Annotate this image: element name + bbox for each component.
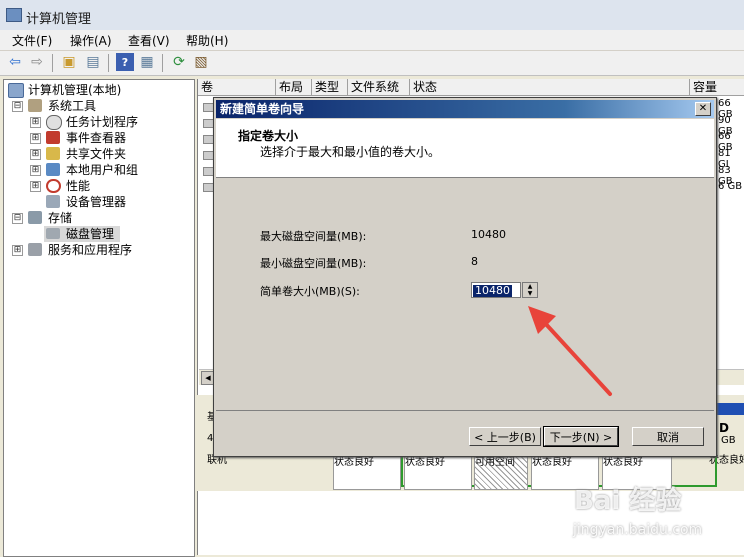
close-icon[interactable]: ✕ xyxy=(695,102,711,116)
refresh-icon[interactable]: ⟳ xyxy=(170,53,188,71)
volume-size-label: 简单卷大小(MB)(S): xyxy=(260,285,360,298)
disk-management-icon xyxy=(46,228,60,239)
column-layout[interactable]: 布局 xyxy=(276,79,312,96)
capacity-cell: 6 GB xyxy=(718,181,743,192)
tree-item-event-viewer[interactable]: ⊞ 事件查看器 xyxy=(30,130,190,146)
tree-item-device-manager[interactable]: 设备管理器 xyxy=(30,194,190,210)
next-button[interactable]: 下一步(N) > xyxy=(543,426,619,447)
menu-action[interactable]: 操作(A) xyxy=(70,32,112,49)
toolbar: ⇦ ⇨ ▣ ▤ ? ▦ ⟳ ▧ xyxy=(0,51,744,76)
column-type[interactable]: 类型 xyxy=(312,79,348,96)
services-icon xyxy=(28,243,42,256)
shared-folder-icon xyxy=(46,147,60,160)
volume-size-input[interactable]: 10480 xyxy=(471,282,521,298)
back-button[interactable]: < 上一步(B) xyxy=(469,427,541,446)
menu-view[interactable]: 查看(V) xyxy=(128,32,170,49)
back-arrow-icon[interactable]: ⇦ xyxy=(6,53,24,71)
menu-help[interactable]: 帮助(H) xyxy=(186,32,228,49)
tree-item-shared-folders[interactable]: ⊞ 共享文件夹 xyxy=(30,146,190,162)
expand-icon[interactable]: ⊞ xyxy=(12,245,23,256)
users-icon xyxy=(46,163,60,176)
tree-item-disk-management[interactable]: 磁盘管理 xyxy=(44,226,120,242)
menu-file[interactable]: 文件(F) xyxy=(12,32,52,49)
collapse-icon[interactable]: ⊟ xyxy=(12,101,23,112)
wizard-title-bar: 新建简单卷向导 ✕ xyxy=(216,100,714,118)
column-filesystem[interactable]: 文件系统 xyxy=(348,79,410,96)
wizard-title: 新建简单卷向导 xyxy=(220,102,305,116)
up-folder-icon[interactable]: ▣ xyxy=(60,53,78,71)
wizard-header-subtitle: 选择介于最大和最小值的卷大小。 xyxy=(260,145,441,159)
tools-icon xyxy=(28,99,42,112)
expand-icon[interactable]: ⊞ xyxy=(30,117,41,128)
tree-item-storage[interactable]: ⊟ 存储 xyxy=(12,210,182,226)
device-manager-icon xyxy=(46,195,60,208)
expand-icon[interactable]: ⊞ xyxy=(30,149,41,160)
expand-icon[interactable]: ⊞ xyxy=(30,165,41,176)
partition-header-bar xyxy=(717,403,744,415)
baidu-watermark-logo: Bai 经验 xyxy=(574,486,682,516)
navigation-tree: 计算机管理(本地) ⊟ 系统工具 ⊞ 任务计划程序 ⊞ 事件查看器 ⊞ 共享文件… xyxy=(3,79,195,557)
menu-bar: 文件(F) 操作(A) 查看(V) 帮助(H) xyxy=(0,30,744,51)
window-title: 计算机管理 xyxy=(26,12,92,27)
properties-icon[interactable]: ▦ xyxy=(138,53,156,71)
clock-icon xyxy=(46,115,62,130)
collapse-icon[interactable]: ⊟ xyxy=(12,213,23,224)
show-tree-icon[interactable]: ▤ xyxy=(84,53,102,71)
help-icon[interactable]: ? xyxy=(116,53,134,71)
window-title-bar: 计算机管理 xyxy=(0,0,744,31)
column-status[interactable]: 状态 xyxy=(410,79,690,96)
wizard-header-title: 指定卷大小 xyxy=(238,129,299,143)
expand-icon[interactable]: ⊞ xyxy=(30,133,41,144)
cancel-button[interactable]: 取消 xyxy=(632,427,704,446)
export-list-icon[interactable]: ▧ xyxy=(192,53,210,71)
storage-icon xyxy=(28,211,42,224)
free-space-block[interactable]: 可用空间 xyxy=(474,452,528,490)
baidu-watermark-url: jingyan.baidu.com xyxy=(573,522,703,538)
event-viewer-icon xyxy=(46,131,60,144)
performance-icon xyxy=(46,179,61,193)
volume-size-spinner[interactable]: ▲ ▼ xyxy=(522,282,538,298)
computer-icon xyxy=(8,83,24,98)
spin-up-icon[interactable]: ▲ xyxy=(523,283,537,290)
expand-icon[interactable]: ⊞ xyxy=(30,181,41,192)
tree-item-services-apps[interactable]: ⊞ 服务和应用程序 xyxy=(12,242,182,258)
annotation-arrow xyxy=(528,306,612,396)
column-volume[interactable]: 卷 xyxy=(198,79,276,96)
tree-item-local-users[interactable]: ⊞ 本地用户和组 xyxy=(30,162,190,178)
max-space-value: 10480 xyxy=(471,228,506,241)
min-space-label: 最小磁盘空间量(MB): xyxy=(260,257,367,270)
column-capacity[interactable]: 容量 xyxy=(690,79,744,96)
tree-item-performance[interactable]: ⊞ 性能 xyxy=(30,178,190,194)
wizard-header: 指定卷大小 选择介于最大和最小值的卷大小。 xyxy=(216,119,714,178)
partition-block[interactable]: 状态良好 xyxy=(404,452,472,490)
computer-management-icon xyxy=(6,8,22,22)
tree-item-task-scheduler[interactable]: ⊞ 任务计划程序 xyxy=(30,114,190,130)
partition-block[interactable]: 状态良好 xyxy=(333,452,401,490)
tree-item-system-tools[interactable]: ⊟ 系统工具 xyxy=(12,98,182,114)
min-space-value: 8 xyxy=(471,255,478,268)
max-space-label: 最大磁盘空间量(MB): xyxy=(260,230,367,243)
new-simple-volume-wizard: 新建简单卷向导 ✕ 指定卷大小 选择介于最大和最小值的卷大小。 最大磁盘空间量(… xyxy=(213,97,717,457)
forward-arrow-icon[interactable]: ⇨ xyxy=(28,53,46,71)
spin-down-icon[interactable]: ▼ xyxy=(523,290,537,297)
